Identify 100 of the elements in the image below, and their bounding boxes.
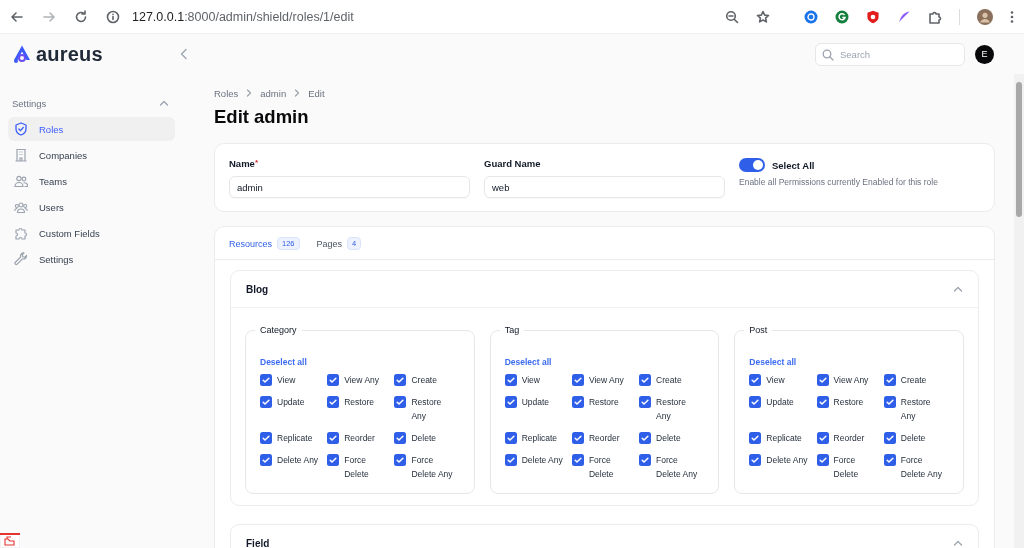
puzzle-piece-icon[interactable]: [928, 9, 942, 24]
checkbox[interactable]: [639, 454, 652, 466]
checkbox[interactable]: [394, 432, 407, 444]
checkbox-label: Update: [277, 396, 305, 409]
user-avatar[interactable]: E: [975, 44, 994, 64]
tab[interactable]: Pages: [316, 238, 343, 249]
scrollbar[interactable]: [1014, 74, 1024, 548]
checkbox[interactable]: [504, 454, 517, 466]
checkbox[interactable]: [571, 396, 584, 408]
checkbox-label: Restore: [344, 396, 374, 409]
checkbox[interactable]: [394, 396, 407, 408]
field-label: Name: [229, 158, 255, 169]
checkbox[interactable]: [571, 374, 584, 386]
toggle-label: Select All: [772, 159, 815, 171]
checkbox[interactable]: [816, 374, 829, 386]
breadcrumb-link[interactable]: Roles: [214, 87, 239, 99]
url-path[interactable]: :8000/admin/shield/roles/1/edit: [184, 9, 354, 24]
deselect-all-link[interactable]: Deselect all: [749, 357, 797, 367]
checkbox[interactable]: [504, 374, 517, 386]
checkbox[interactable]: [749, 432, 762, 444]
checkbox-label: Delete: [900, 432, 926, 445]
fieldset-legend: Post: [744, 325, 773, 336]
search-field[interactable]: Search: [815, 42, 965, 66]
checkbox-label: Delete Any: [521, 454, 563, 467]
checkbox[interactable]: [816, 454, 829, 466]
tab[interactable]: Resources: [229, 238, 273, 249]
checkbox[interactable]: [260, 454, 272, 466]
sidebar-nav-item[interactable]: Teams: [8, 169, 175, 193]
checkbox-label: Restore: [588, 396, 619, 409]
sidebar-nav-item[interactable]: Companies: [8, 143, 175, 167]
feather-icon[interactable]: [897, 9, 911, 24]
checkbox[interactable]: [394, 454, 407, 466]
checkbox-label: Restore: [833, 396, 864, 409]
sidebar-nav-item[interactable]: Users: [8, 195, 175, 219]
sidebar-nav-item[interactable]: Roles: [8, 117, 175, 141]
zoom-out-icon[interactable]: [725, 9, 739, 24]
checkbox[interactable]: [749, 454, 762, 466]
people-icon: [14, 174, 28, 188]
checkbox[interactable]: [883, 454, 896, 466]
checkbox[interactable]: [639, 374, 652, 386]
checkbox[interactable]: [816, 432, 829, 444]
sidebar-group-label[interactable]: Settings: [12, 97, 47, 109]
url-host[interactable]: 127.0.0.1: [132, 9, 185, 24]
star-icon[interactable]: [756, 9, 770, 24]
more-menu-icon[interactable]: [1010, 9, 1014, 24]
sidebar-nav-item[interactable]: Custom Fields: [8, 221, 175, 245]
checkbox-label: Replicate: [521, 432, 558, 445]
input-field[interactable]: admin: [229, 176, 470, 198]
reload-icon[interactable]: [74, 9, 88, 24]
logo-text[interactable]: aureus: [36, 42, 103, 66]
sidebar-nav-item[interactable]: Settings: [8, 247, 175, 271]
section-title: Field: [246, 537, 270, 548]
profile-avatar-icon[interactable]: [977, 8, 993, 25]
checkbox[interactable]: [260, 396, 272, 408]
checkbox[interactable]: [883, 396, 896, 408]
required-mark: *: [254, 158, 258, 169]
checkbox[interactable]: [504, 432, 517, 444]
checkbox[interactable]: [571, 432, 584, 444]
checkbox[interactable]: [816, 396, 829, 408]
checkbox[interactable]: [327, 454, 340, 466]
g-circle-icon[interactable]: [835, 9, 849, 24]
checkbox-label: View: [277, 374, 296, 387]
checkbox[interactable]: [883, 432, 896, 444]
checkbox-label: View: [521, 374, 540, 387]
breadcrumb-link[interactable]: admin: [260, 87, 287, 99]
checkbox[interactable]: [639, 396, 652, 408]
checkbox-label: Create: [900, 374, 927, 387]
chat-bubble-icon[interactable]: [804, 9, 818, 24]
checkbox[interactable]: [260, 432, 272, 444]
checkbox-label: Create: [411, 374, 437, 387]
toggle-switch[interactable]: [739, 158, 765, 172]
checkbox-label: Force Delete Any: [656, 454, 699, 481]
input-field[interactable]: web: [484, 176, 725, 198]
debug-bar-icon[interactable]: [0, 533, 20, 548]
back-arrow-icon[interactable]: [10, 9, 24, 24]
info-icon[interactable]: [106, 9, 120, 24]
checkbox[interactable]: [883, 374, 896, 386]
checkbox[interactable]: [504, 396, 517, 408]
checkbox[interactable]: [394, 374, 407, 386]
wrench-icon: [14, 252, 28, 266]
deselect-all-link[interactable]: Deselect all: [260, 357, 307, 367]
checkbox-label: Delete Any: [766, 454, 808, 467]
fieldset-legend: Category: [255, 325, 302, 336]
shield-icon[interactable]: [866, 9, 880, 24]
fieldset-legend: Tag: [499, 325, 525, 336]
checkbox[interactable]: [260, 374, 272, 386]
checkbox-label: Force Delete Any: [900, 454, 943, 481]
checkbox-label: Delete: [411, 432, 436, 445]
checkbox[interactable]: [327, 432, 340, 444]
checkbox[interactable]: [639, 432, 652, 444]
breadcrumb-link[interactable]: Edit: [308, 87, 325, 99]
checkbox[interactable]: [327, 374, 340, 386]
checkbox[interactable]: [327, 396, 340, 408]
shield-check-icon: [14, 122, 28, 136]
checkbox[interactable]: [749, 374, 762, 386]
checkbox[interactable]: [749, 396, 762, 408]
checkbox-label: Reorder: [588, 432, 620, 445]
logo-icon[interactable]: [12, 44, 32, 64]
checkbox[interactable]: [571, 454, 584, 466]
deselect-all-link[interactable]: Deselect all: [504, 357, 552, 367]
